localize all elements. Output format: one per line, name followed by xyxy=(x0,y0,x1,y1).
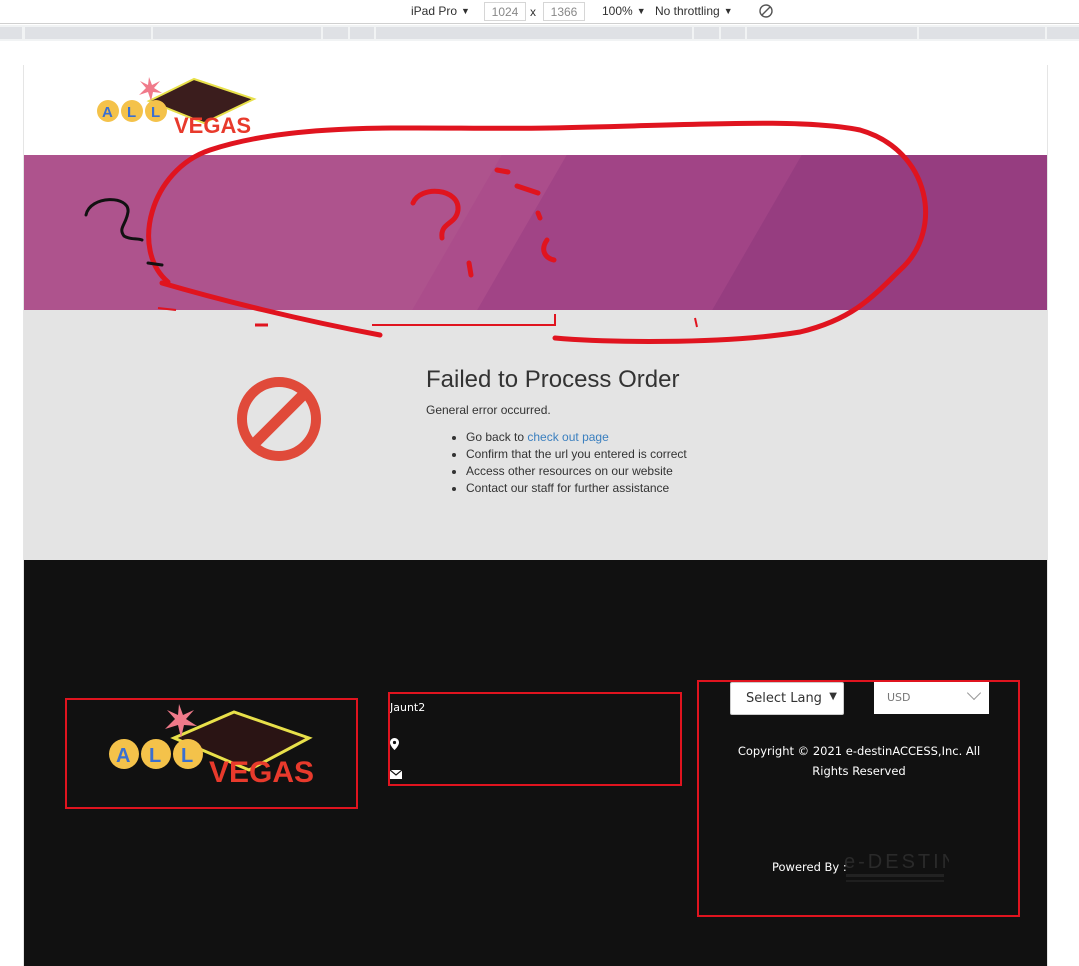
annotation-box-logo xyxy=(65,698,358,809)
list-item: Confirm that the url you entered is corr… xyxy=(466,446,687,463)
width-input[interactable]: 1024 xyxy=(484,2,526,21)
caret-down-icon: ▼ xyxy=(723,6,733,16)
caret-down-icon: ▼ xyxy=(636,6,646,16)
svg-text:L: L xyxy=(151,104,160,121)
all-vegas-logo[interactable]: A L L VEGAS xyxy=(94,71,259,139)
times-label: x xyxy=(530,5,536,19)
list-item-text: Go back to xyxy=(466,430,528,444)
devtools-device-toolbar: iPad Pro ▼ 1024 x 1366 100% ▼ No throttl… xyxy=(0,0,1079,24)
site-header: A L L VEGAS xyxy=(24,65,1047,155)
error-suggestions: Go back to check out page Confirm that t… xyxy=(466,429,687,497)
list-item: Go back to check out page xyxy=(466,429,687,446)
caret-down-icon: ▼ xyxy=(461,6,470,16)
hero-banner xyxy=(24,155,1047,310)
svg-text:A: A xyxy=(102,104,113,121)
error-section: Failed to Process Order General error oc… xyxy=(24,310,1047,560)
zoom-select[interactable]: 100% ▼ xyxy=(602,4,646,18)
annotation-box-settings xyxy=(697,680,1020,917)
error-title: Failed to Process Order xyxy=(426,366,680,393)
svg-text:VEGAS: VEGAS xyxy=(174,113,251,138)
svg-text:L: L xyxy=(127,104,136,121)
list-item: Access other resources on our website xyxy=(466,463,687,480)
rotate-icon[interactable] xyxy=(758,3,774,19)
height-input[interactable]: 1366 xyxy=(543,2,585,21)
device-label: iPad Pro xyxy=(411,4,458,18)
zoom-label: 100% xyxy=(602,4,633,18)
prohibited-icon xyxy=(237,377,321,461)
list-item: Contact our staff for further assistance xyxy=(466,480,687,497)
device-select[interactable]: iPad Pro ▼ xyxy=(411,4,470,18)
throttling-label: No throttling xyxy=(655,4,720,18)
throttling-select[interactable]: No throttling ▼ xyxy=(655,4,733,18)
media-query-ruler xyxy=(0,25,1079,41)
annotation-box-contact xyxy=(388,692,682,786)
error-subtitle: General error occurred. xyxy=(426,403,551,417)
checkout-page-link[interactable]: check out page xyxy=(527,430,608,444)
